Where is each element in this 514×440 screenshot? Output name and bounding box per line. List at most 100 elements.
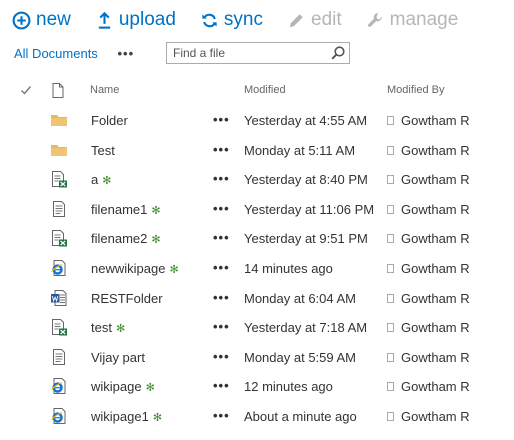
- file-name: a: [91, 172, 99, 188]
- modified-by-user[interactable]: Gowtham R: [401, 202, 470, 217]
- excel-document-icon: [50, 229, 68, 247]
- view-all-documents[interactable]: All Documents: [14, 46, 98, 61]
- presence-indicator-icon: [387, 293, 394, 303]
- file-name: wikipage1: [91, 409, 149, 424]
- view-menu-button[interactable]: •••: [117, 42, 134, 64]
- item-menu-button[interactable]: •••: [213, 290, 230, 305]
- file-name-link[interactable]: Test: [91, 143, 115, 158]
- new-button-label: new: [36, 9, 71, 30]
- modified-date: Yesterday at 7:18 AM: [244, 320, 368, 336]
- edit-button-label: edit: [311, 9, 342, 30]
- upload-button-label: upload: [118, 9, 176, 30]
- presence-indicator-icon: [387, 175, 394, 185]
- column-header-modified-by[interactable]: Modified By: [387, 84, 444, 100]
- table-row[interactable]: filename1 ✻ ••• Yesterday at 11:06 PM Gowtha…: [0, 195, 514, 225]
- pencil-icon: [289, 13, 303, 27]
- new-button[interactable]: new: [12, 9, 71, 31]
- file-name-link[interactable]: wikipage1 ✻: [91, 409, 162, 424]
- modified-by-user[interactable]: Gowtham R: [401, 231, 470, 246]
- modified-date: Yesterday at 4:55 AM: [244, 113, 368, 128]
- upload-button[interactable]: upload: [95, 9, 176, 31]
- manage-button[interactable]: manage: [366, 9, 459, 31]
- file-name-link[interactable]: newwikipage ✻: [91, 261, 179, 276]
- sync-icon: [202, 13, 217, 27]
- edit-button[interactable]: edit: [287, 9, 342, 31]
- web-page-icon: [50, 407, 68, 425]
- search-icon[interactable]: [330, 45, 346, 61]
- web-page-icon: [50, 377, 68, 395]
- manage-button-label: manage: [389, 9, 459, 30]
- search-box: [166, 42, 350, 64]
- item-menu-button[interactable]: •••: [213, 319, 230, 334]
- upload-icon: [98, 11, 111, 29]
- modified-by-user[interactable]: Gowtham R: [401, 379, 470, 394]
- search-input[interactable]: [167, 43, 327, 63]
- presence-indicator-icon: [387, 264, 394, 273]
- file-name: newwikipage: [91, 261, 166, 276]
- modified-date: Yesterday at 9:51 PM: [244, 231, 368, 247]
- table-row[interactable]: RESTFolder ••• Monday at 6:04 AM Gowtham R: [0, 284, 514, 314]
- modified-by-user[interactable]: Gowtham R: [401, 143, 470, 158]
- file-name: filename2: [91, 231, 148, 247]
- presence-indicator-icon: [387, 323, 394, 333]
- new-item-marker-icon: ✻: [102, 175, 112, 188]
- item-menu-button[interactable]: •••: [213, 349, 230, 364]
- new-item-marker-icon: ✻: [145, 382, 155, 395]
- table-row[interactable]: wikipage ✻ ••• 12 minutes ago Gowtham R: [0, 372, 514, 402]
- table-row[interactable]: Vijay part ••• Monday at 5:59 AM Gowtham R: [0, 343, 514, 373]
- file-name-link[interactable]: Vijay part: [91, 350, 145, 365]
- sync-button-label: sync: [223, 9, 263, 30]
- modified-date: Monday at 6:04 AM: [244, 290, 357, 306]
- table-row[interactable]: Folder ••• Yesterday at 4:55 AM Gowtham R: [0, 106, 514, 136]
- table-row[interactable]: test ✻ ••• Yesterday at 7:18 AM Gowtham R: [0, 313, 514, 343]
- modified-by-user[interactable]: Gowtham R: [401, 291, 470, 306]
- new-item-marker-icon: ✻: [152, 412, 163, 424]
- presence-indicator-icon: [387, 204, 394, 214]
- modified-date: 12 minutes ago: [244, 379, 333, 395]
- file-name-link[interactable]: filename2 ✻: [91, 231, 161, 246]
- modified-by-user[interactable]: Gowtham R: [401, 113, 470, 128]
- folder-icon: [50, 141, 68, 159]
- modified-by-user[interactable]: Gowtham R: [401, 261, 470, 276]
- presence-indicator-icon: [387, 145, 394, 155]
- excel-document-icon: [50, 170, 68, 188]
- modified-by-user[interactable]: Gowtham R: [401, 409, 470, 424]
- file-name-link[interactable]: RESTFolder: [91, 291, 163, 306]
- column-header-modified[interactable]: Modified: [244, 84, 286, 100]
- table-row[interactable]: filename2 ✻ ••• Yesterday at 9:51 PM Gowtham…: [0, 224, 514, 254]
- file-name-link[interactable]: filename1 ✻: [91, 202, 161, 217]
- item-menu-button[interactable]: •••: [213, 230, 230, 245]
- file-name-link[interactable]: Folder: [91, 113, 128, 128]
- file-name-link[interactable]: wikipage ✻: [91, 379, 155, 394]
- sync-button[interactable]: sync: [200, 9, 263, 31]
- select-all-checkmark-icon[interactable]: [20, 84, 32, 96]
- file-name-link[interactable]: a ✻: [91, 172, 111, 187]
- item-menu-button[interactable]: •••: [213, 112, 230, 127]
- document-type-header-icon: [52, 83, 64, 98]
- file-name: Test: [91, 142, 115, 158]
- excel-document-icon: [50, 318, 68, 336]
- file-name-link[interactable]: test ✻: [91, 320, 125, 335]
- item-menu-button[interactable]: •••: [213, 260, 230, 275]
- modified-by-user[interactable]: Gowtham R: [401, 320, 470, 335]
- modified-by-user[interactable]: Gowtham R: [401, 172, 470, 187]
- modified-date: Monday at 5:11 AM: [244, 142, 356, 158]
- table-row[interactable]: newwikipage ✻ ••• 14 minutes ago Gowtham R: [0, 254, 514, 284]
- item-menu-button[interactable]: •••: [213, 378, 230, 393]
- table-row[interactable]: Test ••• Monday at 5:11 AM Gowtham R: [0, 136, 514, 166]
- modified-date: Monday at 5:59 AM: [244, 349, 357, 365]
- item-menu-button[interactable]: •••: [213, 408, 230, 423]
- table-row[interactable]: wikipage1 ✻ ••• About a minute ago Gowtham R: [0, 402, 514, 432]
- presence-indicator-icon: [387, 234, 394, 244]
- item-menu-button[interactable]: •••: [213, 142, 230, 157]
- modified-date: Yesterday at 8:40 PM: [244, 172, 368, 188]
- item-menu-button[interactable]: •••: [213, 201, 230, 216]
- presence-indicator-icon: [387, 412, 394, 421]
- file-name: Folder: [91, 113, 128, 128]
- table-row[interactable]: a ✻ ••• Yesterday at 8:40 PM Gowtham R: [0, 165, 514, 195]
- column-header-name[interactable]: Name: [90, 84, 119, 100]
- item-menu-button[interactable]: •••: [213, 171, 230, 186]
- folder-icon: [50, 111, 68, 129]
- modified-by-user[interactable]: Gowtham R: [401, 350, 470, 365]
- new-item-marker-icon: ✻: [115, 323, 126, 336]
